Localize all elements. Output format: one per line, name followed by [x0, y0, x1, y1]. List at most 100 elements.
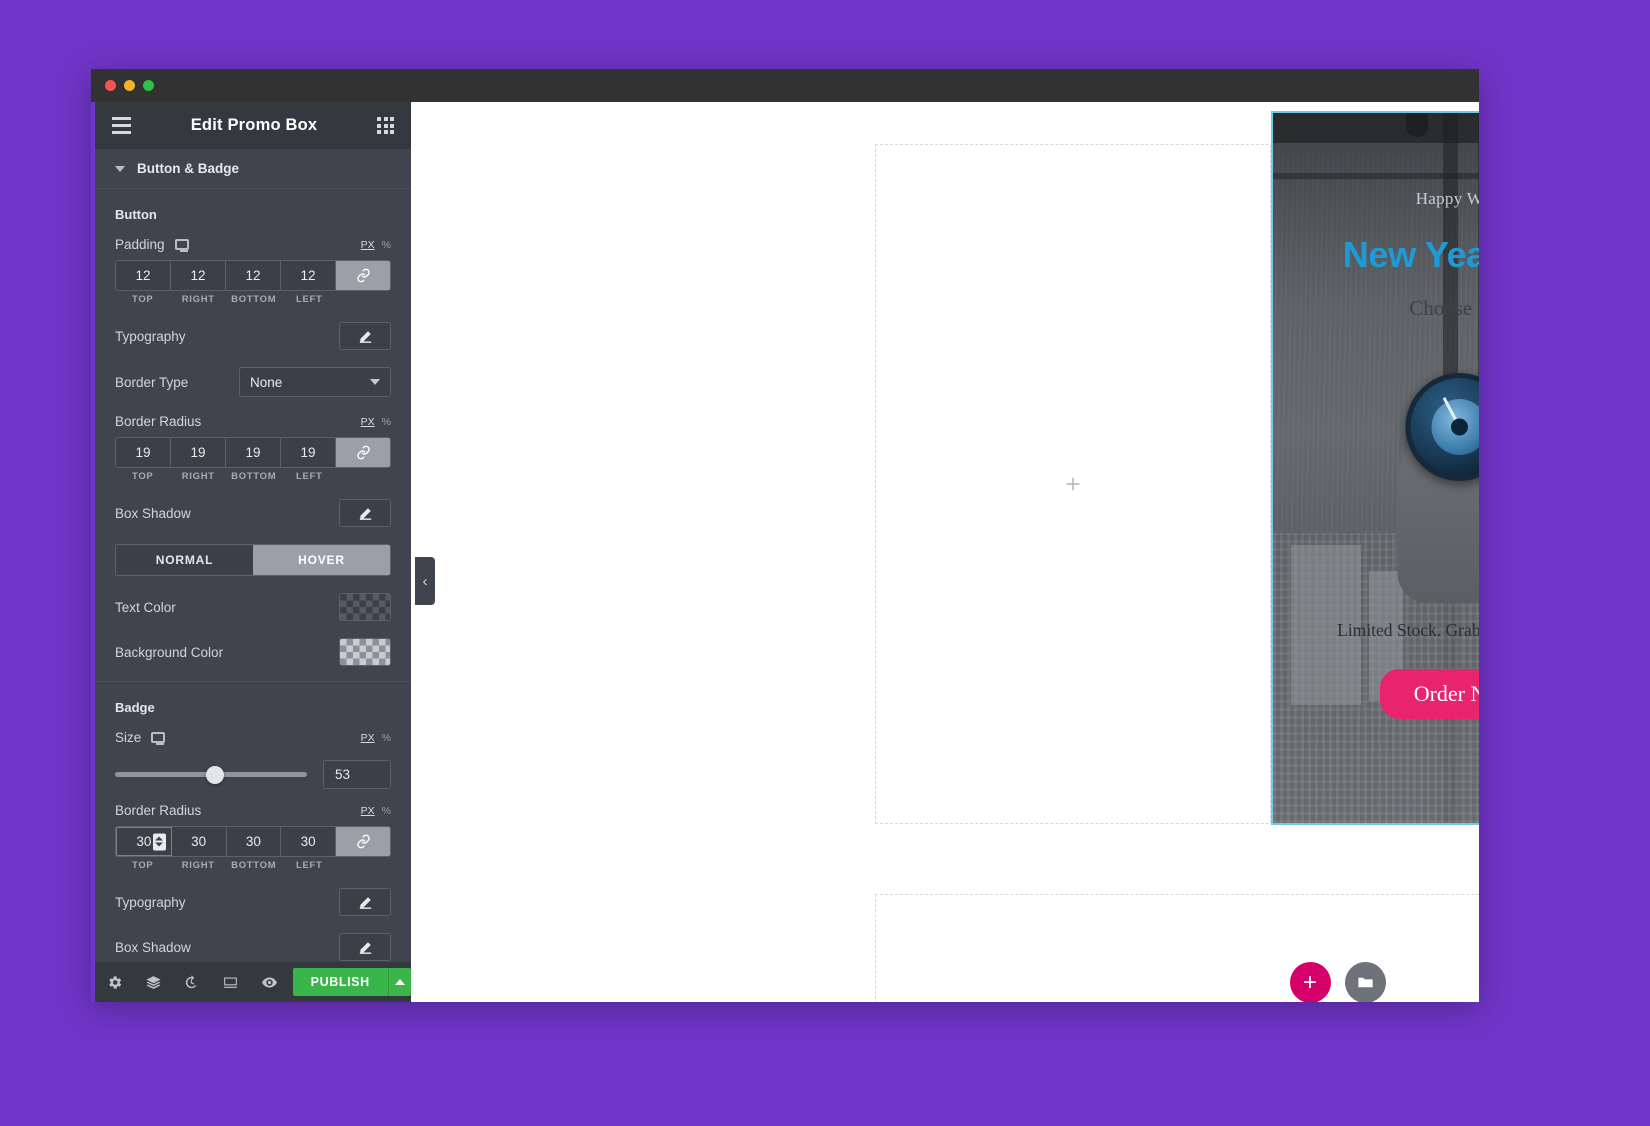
link-icon[interactable] [336, 827, 390, 856]
border-type-select[interactable]: None [239, 367, 391, 397]
grid-icon[interactable] [377, 117, 394, 134]
padding-label-left: LEFT [295, 294, 323, 305]
unit-px[interactable]: PX [361, 805, 375, 817]
link-icon[interactable] [336, 438, 390, 467]
history-icon[interactable] [172, 962, 211, 1002]
slider-thumb[interactable] [205, 765, 224, 784]
padding-label-spacer [337, 294, 391, 305]
hamburger-icon[interactable] [112, 117, 131, 134]
unit-px[interactable]: PX [361, 416, 375, 428]
unit-px[interactable]: PX [361, 239, 375, 251]
box-shadow-label-button: Box Shadow [115, 505, 191, 521]
publish-button[interactable]: PUBLISH [292, 968, 388, 996]
promo-description: Limited Stock. Grab your copy now [1337, 620, 1479, 640]
badge-size-slider[interactable] [115, 765, 307, 784]
plus-icon[interactable] [1062, 473, 1084, 495]
pencil-icon[interactable] [339, 322, 391, 350]
badge-radius-label-top: TOP [132, 860, 154, 871]
padding-bottom-input[interactable]: 12 [226, 261, 281, 290]
window-body: Edit Promo Box Button & Badge Button Pad… [91, 102, 1479, 1002]
canvas-section: 50% OFF Happy Watch New Year Deal Choose… [875, 111, 1479, 825]
radius-bottom-input[interactable]: 19 [226, 438, 281, 467]
number-spinner[interactable] [152, 833, 166, 850]
group-title-button: Button [115, 207, 157, 222]
gear-icon[interactable] [95, 962, 134, 1002]
border-radius-label-badge: Border Radius [115, 803, 202, 818]
order-now-button[interactable]: Order Now [1379, 669, 1479, 720]
badge-size-slider-row: 53 [95, 748, 411, 789]
tab-hover[interactable]: HOVER [253, 545, 390, 575]
maximize-window-dot[interactable] [143, 80, 154, 91]
monitor-icon[interactable] [174, 239, 189, 252]
preview-icon[interactable] [250, 962, 289, 1002]
link-icon[interactable] [336, 261, 390, 290]
unit-px[interactable]: PX [361, 732, 375, 744]
padding-left-input[interactable]: 12 [281, 261, 336, 290]
canvas-add-buttons: + [875, 962, 1479, 1002]
padding-label: Padding [115, 237, 165, 252]
editor-panel: Edit Promo Box Button & Badge Button Pad… [91, 102, 412, 1002]
badge-radius-label-spacer [337, 860, 391, 871]
text-color-swatch[interactable] [339, 593, 391, 621]
chevron-down-icon [115, 165, 125, 172]
badge-size-input[interactable]: 53 [323, 760, 391, 789]
monitor-icon[interactable] [151, 732, 166, 745]
unit-percent[interactable]: % [382, 805, 391, 817]
padding-row: Padding PX % [95, 228, 411, 255]
box-shadow-row-badge: Box Shadow [95, 919, 411, 962]
typography-label-badge: Typography [115, 894, 186, 910]
folder-icon [1357, 977, 1373, 988]
panel-scroll-area[interactable]: Button Padding PX % 12 12 12 12 TOP RIGH… [95, 189, 411, 962]
badge-radius-right-input[interactable]: 30 [171, 827, 227, 856]
padding-right-input[interactable]: 12 [171, 261, 226, 290]
badge-size-units: PX % [361, 732, 391, 744]
unit-percent[interactable]: % [382, 732, 391, 744]
box-shadow-label-badge: Box Shadow [115, 939, 191, 955]
badge-radius-bottom-input[interactable]: 30 [226, 827, 282, 856]
border-radius-units-button: PX % [361, 416, 391, 428]
border-type-label: Border Type [115, 374, 189, 390]
editor-canvas: 50% OFF Happy Watch New Year Deal Choose… [411, 102, 1479, 1002]
border-radius-inputs-button: 19 19 19 19 [115, 437, 391, 468]
typography-label-button: Typography [115, 328, 186, 344]
padding-units: PX % [361, 239, 391, 251]
close-window-dot[interactable] [105, 80, 116, 91]
badge-radius-top-input[interactable]: 30 [116, 827, 172, 856]
minimize-window-dot[interactable] [124, 80, 135, 91]
publish-options-button[interactable] [387, 968, 412, 996]
border-radius-inputs-badge: 30 30 30 30 [115, 826, 391, 857]
tab-normal[interactable]: NORMAL [116, 545, 253, 575]
layers-icon[interactable] [134, 962, 173, 1002]
collapse-panel-handle[interactable]: ‹ [415, 557, 435, 605]
radius-right-input[interactable]: 19 [171, 438, 226, 467]
page-title: Edit Promo Box [190, 116, 318, 134]
state-tabs: NORMAL HOVER [115, 544, 391, 576]
promo-subtitle: Happy Watch [1415, 189, 1479, 208]
box-shadow-row-button: Box Shadow [95, 482, 411, 530]
add-template-button[interactable] [1344, 962, 1386, 1002]
pencil-icon[interactable] [339, 888, 391, 916]
section-header-button-badge[interactable]: Button & Badge [95, 149, 411, 189]
window-titlebar [91, 69, 1479, 102]
watch-hub [1450, 418, 1468, 436]
badge-size-label: Size [115, 730, 142, 745]
border-type-row: Border Type None [95, 353, 411, 400]
border-radius-side-labels-badge: TOP RIGHT BOTTOM LEFT [115, 860, 391, 871]
background-color-swatch[interactable] [339, 638, 391, 666]
canvas-column-promo: 50% OFF Happy Watch New Year Deal Choose… [1271, 111, 1479, 825]
pencil-icon[interactable] [339, 499, 391, 527]
add-section-button[interactable]: + [1289, 962, 1331, 1002]
badge-radius-left-input[interactable]: 30 [281, 827, 336, 856]
padding-label-right: RIGHT [181, 294, 215, 305]
promo-bottom: Limited Stock. Grab your copy now Order … [1273, 613, 1479, 720]
promo-box-widget[interactable]: 50% OFF Happy Watch New Year Deal Choose… [1271, 111, 1479, 825]
padding-top-input[interactable]: 12 [116, 261, 171, 290]
canvas-column-empty[interactable] [876, 145, 1271, 823]
radius-top-input[interactable]: 19 [116, 438, 171, 467]
responsive-icon[interactable] [211, 962, 250, 1002]
radius-left-input[interactable]: 19 [281, 438, 336, 467]
radius-label-bottom: BOTTOM [231, 471, 277, 482]
unit-percent[interactable]: % [382, 416, 391, 428]
pencil-icon[interactable] [339, 933, 391, 961]
unit-percent[interactable]: % [382, 239, 391, 251]
